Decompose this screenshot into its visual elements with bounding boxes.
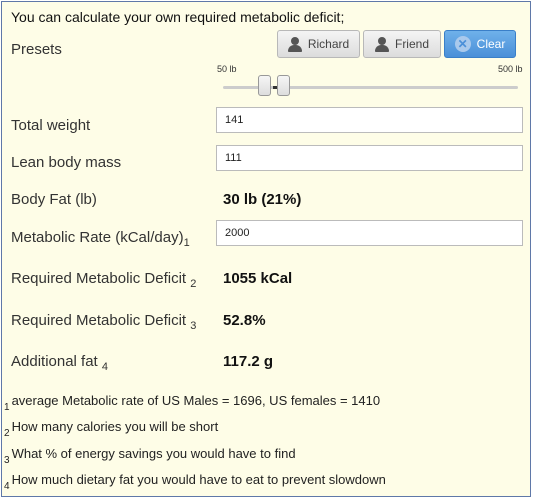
footnote-1: 1 average Metabolic rate of US Males = 16… [4,393,381,413]
slider-high-handle[interactable] [277,75,290,96]
preset-friend-button[interactable]: Friend [363,30,441,58]
deficit-kcal-value: 1055 kCal [223,270,293,287]
metabolic-rate-input[interactable] [216,220,523,246]
slider-low-handle[interactable] [258,75,271,96]
deficit-kcal-label: Required Metabolic Deficit 2 [11,270,197,290]
clear-button[interactable]: ✕ Clear [444,30,516,58]
slider-max-label: 500 lb [498,64,523,74]
preset-richard-label: Richard [307,37,350,51]
preset-richard-button[interactable]: Richard [277,30,360,58]
user-icon [287,36,302,52]
total-weight-label: Total weight [11,117,91,134]
lean-body-mass-input[interactable] [216,145,523,171]
footnote-3: 3 What % of energy savings you would have… [4,446,296,466]
footnote-2: 2 How many calories you will be short [4,419,219,439]
presets-label: Presets [11,41,62,58]
body-fat-label: Body Fat (lb) [11,191,97,208]
clear-icon: ✕ [454,36,471,52]
metabolic-rate-label: Metabolic Rate (kCal/day)1 [11,229,190,249]
user-icon [374,36,389,52]
additional-fat-label: Additional fat 4 [11,353,109,373]
lean-body-mass-label: Lean body mass [11,154,122,171]
slider-min-label: 50 lb [217,64,237,74]
footnote-4: 4 How much dietary fat you would have to … [4,472,386,492]
clear-label: Clear [476,37,506,51]
intro-text: You can calculate your own required meta… [11,9,345,25]
total-weight-input[interactable] [216,107,523,133]
deficit-pct-value: 52.8% [223,312,266,329]
deficit-pct-label: Required Metabolic Deficit 3 [11,312,197,332]
additional-fat-value: 117.2 g [223,353,274,370]
body-fat-value: 30 lb (21%) [223,191,302,208]
preset-friend-label: Friend [394,37,429,51]
